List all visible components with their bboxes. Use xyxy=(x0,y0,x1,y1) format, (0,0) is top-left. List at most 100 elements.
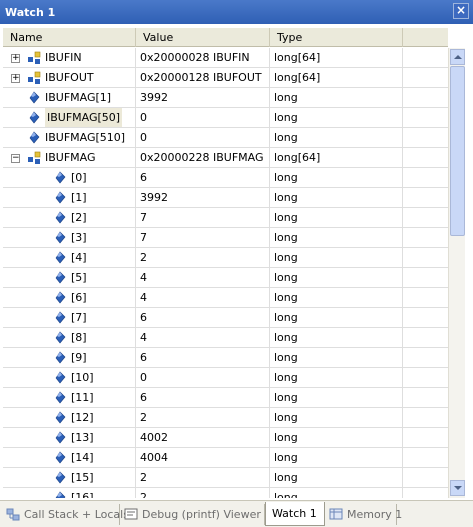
watch-row[interactable]: [8] 4 long xyxy=(3,328,448,348)
column-header-type[interactable]: Type xyxy=(270,28,403,47)
watch-name-cell[interactable]: [1] xyxy=(3,188,136,208)
tab-watch-1[interactable]: Watch 1 xyxy=(265,502,325,526)
watch-value-cell[interactable]: 0 xyxy=(136,368,270,388)
expand-icon[interactable]: + xyxy=(11,74,20,83)
watch-name-cell[interactable]: [7] xyxy=(3,308,136,328)
watch-value-cell[interactable]: 0x20000128 IBUFOUT xyxy=(136,68,270,88)
watch-name-cell[interactable]: IBUFMAG[50] xyxy=(3,108,136,128)
watch-name-cell[interactable]: [5] xyxy=(3,268,136,288)
watch-name-label: [6] xyxy=(71,291,87,304)
variable-icon xyxy=(55,211,66,224)
watch-type-cell: long xyxy=(270,328,403,348)
watch-name-cell[interactable]: [15] xyxy=(3,468,136,488)
watch-name-cell[interactable]: + IBUFIN xyxy=(3,48,136,68)
watch-row-padding xyxy=(403,88,448,108)
tab-memory-1[interactable]: Memory 1 xyxy=(325,504,402,525)
column-header-value[interactable]: Value xyxy=(136,28,270,47)
watch-row[interactable]: [10] 0 long xyxy=(3,368,448,388)
watch-row[interactable]: [3] 7 long xyxy=(3,228,448,248)
vertical-scrollbar[interactable] xyxy=(448,48,465,498)
watch-name-cell[interactable]: IBUFMAG[510] xyxy=(3,128,136,148)
watch-row[interactable]: − IBUFMAG 0x20000228 IBUFMAG long[64] xyxy=(3,148,448,168)
watch-name-cell[interactable]: [11] xyxy=(3,388,136,408)
watch-row[interactable]: [5] 4 long xyxy=(3,268,448,288)
watch-row[interactable]: [0] 6 long xyxy=(3,168,448,188)
watch-name-label: IBUFOUT xyxy=(45,71,94,84)
variable-icon xyxy=(29,91,40,104)
watch-name-cell[interactable]: [9] xyxy=(3,348,136,368)
watch-value-cell[interactable]: 6 xyxy=(136,388,270,408)
scroll-thumb[interactable] xyxy=(450,66,465,236)
watch-value-cell[interactable]: 6 xyxy=(136,308,270,328)
watch-value-cell[interactable]: 6 xyxy=(136,348,270,368)
watch-row-padding xyxy=(403,428,448,448)
scroll-down-button[interactable] xyxy=(450,480,465,496)
watch-name-cell[interactable]: [13] xyxy=(3,428,136,448)
variable-icon xyxy=(55,191,66,204)
variable-icon xyxy=(55,231,66,244)
watch-value-cell[interactable]: 0x20000228 IBUFMAG xyxy=(136,148,270,168)
watch-value-cell[interactable]: 3992 xyxy=(136,88,270,108)
watch-row[interactable]: [1] 3992 long xyxy=(3,188,448,208)
watch-row[interactable]: [15] 2 long xyxy=(3,468,448,488)
watch-value-cell[interactable]: 4 xyxy=(136,268,270,288)
watch-type-cell: long xyxy=(270,388,403,408)
watch-name-cell[interactable]: [3] xyxy=(3,228,136,248)
watch-row[interactable]: [16] 2 long xyxy=(3,488,448,498)
close-button[interactable]: × xyxy=(453,3,469,19)
watch-name-cell[interactable]: [2] xyxy=(3,208,136,228)
watch-name-cell[interactable]: [10] xyxy=(3,368,136,388)
watch-value-cell[interactable]: 7 xyxy=(136,208,270,228)
watch-row[interactable]: + IBUFOUT 0x20000128 IBUFOUT long[64] xyxy=(3,68,448,88)
watch-name-cell[interactable]: − IBUFMAG xyxy=(3,148,136,168)
watch-value-cell[interactable]: 4002 xyxy=(136,428,270,448)
tab-call-stack-locals[interactable]: Call Stack + Locals xyxy=(2,504,129,525)
watch-value-cell[interactable]: 7 xyxy=(136,228,270,248)
collapse-icon[interactable]: − xyxy=(11,154,20,163)
watch-name-cell[interactable]: + IBUFOUT xyxy=(3,68,136,88)
expand-icon[interactable]: + xyxy=(11,54,20,63)
tab-debug-printf-viewer[interactable]: Debug (printf) Viewer xyxy=(120,504,265,525)
watch-row[interactable]: [9] 6 long xyxy=(3,348,448,368)
watch-value-cell[interactable]: 2 xyxy=(136,468,270,488)
watch-value-cell[interactable]: 4 xyxy=(136,288,270,308)
watch-row-padding xyxy=(403,448,448,468)
watch-value-cell[interactable]: 4004 xyxy=(136,448,270,468)
watch-value-cell[interactable]: 0 xyxy=(136,128,270,148)
watch-row[interactable]: [14] 4004 long xyxy=(3,448,448,468)
variable-icon xyxy=(55,271,66,284)
watch-row[interactable]: [13] 4002 long xyxy=(3,428,448,448)
watch-row-padding xyxy=(403,388,448,408)
watch-value-cell[interactable]: 2 xyxy=(136,408,270,428)
watch-row[interactable]: [12] 2 long xyxy=(3,408,448,428)
watch-row[interactable]: IBUFMAG[1] 3992 long xyxy=(3,88,448,108)
watch-name-cell[interactable]: [8] xyxy=(3,328,136,348)
watch-value-cell[interactable]: 2 xyxy=(136,488,270,498)
watch-row[interactable]: [2] 7 long xyxy=(3,208,448,228)
watch-row[interactable]: IBUFMAG[50] 0 long xyxy=(3,108,448,128)
watch-row[interactable]: [11] 6 long xyxy=(3,388,448,408)
watch-row[interactable]: [6] 4 long xyxy=(3,288,448,308)
watch-value-cell[interactable]: 6 xyxy=(136,168,270,188)
watch-row[interactable]: + IBUFIN 0x20000028 IBUFIN long[64] xyxy=(3,48,448,68)
watch-name-cell[interactable]: [12] xyxy=(3,408,136,428)
watch-name-cell[interactable]: IBUFMAG[1] xyxy=(3,88,136,108)
watch-row[interactable]: [4] 2 long xyxy=(3,248,448,268)
watch-row[interactable]: IBUFMAG[510] 0 long xyxy=(3,128,448,148)
watch-name-cell[interactable]: [6] xyxy=(3,288,136,308)
watch-value-cell[interactable]: 4 xyxy=(136,328,270,348)
watch-value-cell[interactable]: 0x20000028 IBUFIN xyxy=(136,48,270,68)
watch-value-cell[interactable]: 2 xyxy=(136,248,270,268)
struct-icon xyxy=(28,151,41,164)
variable-icon xyxy=(55,451,66,464)
scroll-up-button[interactable] xyxy=(450,49,465,65)
watch-name-cell[interactable]: [4] xyxy=(3,248,136,268)
watch-name-cell[interactable]: [0] xyxy=(3,168,136,188)
watch-value-cell[interactable]: 0 xyxy=(136,108,270,128)
arrow-up-icon xyxy=(454,55,462,59)
watch-row[interactable]: [7] 6 long xyxy=(3,308,448,328)
watch-value-cell[interactable]: 3992 xyxy=(136,188,270,208)
watch-name-cell[interactable]: [14] xyxy=(3,448,136,468)
column-header-name[interactable]: Name xyxy=(3,28,136,47)
watch-name-cell[interactable]: [16] xyxy=(3,488,136,498)
